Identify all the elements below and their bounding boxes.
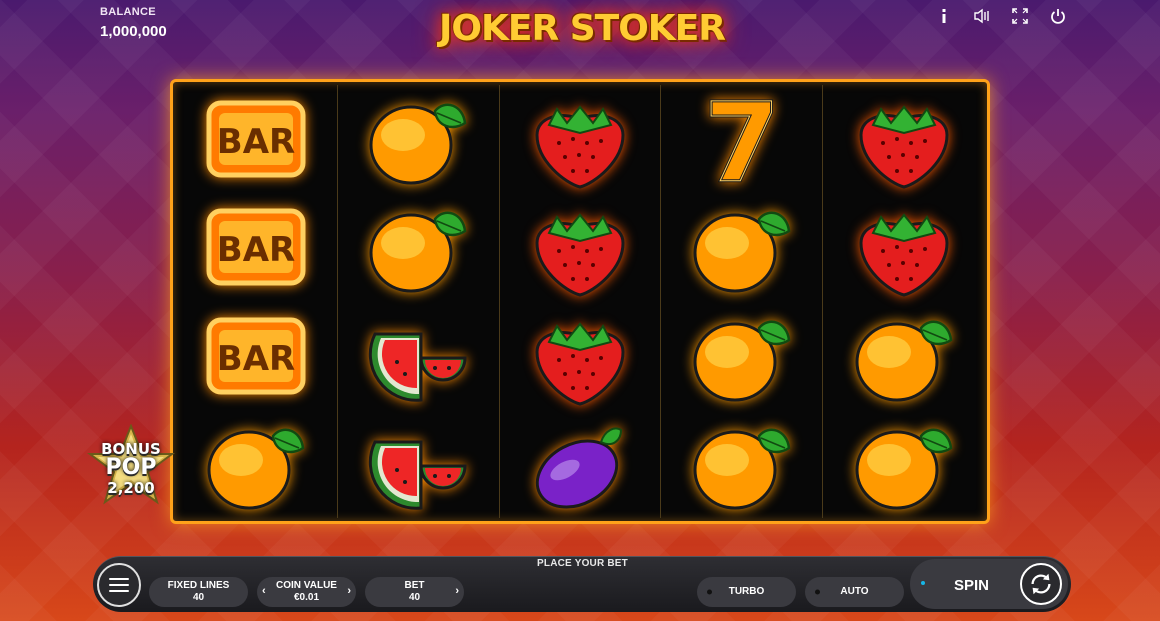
coin-value: €0.01 (293, 592, 320, 603)
bar-symbol: BAR (191, 87, 321, 191)
auto-indicator (815, 589, 820, 595)
info-icon[interactable] (934, 6, 954, 26)
balance-label: BALANCE (100, 6, 156, 18)
svg-text:BAR: BAR (217, 339, 295, 379)
bet-selector: BET 40 › (365, 577, 464, 607)
bonus-amount: 2,200 (107, 479, 155, 497)
reels-frame: BAR BAR BAR 7 7 (170, 78, 990, 524)
spin-label[interactable]: SPIN (954, 577, 989, 594)
reel-1: BAR BAR BAR (176, 85, 338, 518)
strawberry-symbol (839, 195, 969, 299)
coin-value-label: COIN VALUE (276, 579, 337, 591)
reel-5 (823, 85, 984, 518)
strawberry-symbol (839, 87, 969, 191)
svg-text:BAR: BAR (217, 122, 295, 162)
menu-icon-line (109, 578, 129, 580)
strawberry-symbol (515, 195, 645, 299)
orange-symbol (839, 304, 969, 408)
watermelon-symbol (353, 304, 483, 408)
reel-2 (338, 85, 500, 518)
menu-icon-line (109, 590, 129, 592)
seven-symbol: 7 7 (677, 78, 807, 209)
auto-label: AUTO (840, 585, 869, 597)
auto-button[interactable]: AUTO (805, 577, 904, 607)
bet-increase[interactable]: › (455, 585, 459, 599)
fixed-lines-label: FIXED LINES (167, 579, 230, 591)
balance-display: BALANCE 1,000,000 (100, 6, 167, 40)
bet-label: BET (404, 579, 425, 591)
coin-value-selector: ‹ COIN VALUE €0.01 › (257, 577, 356, 607)
top-icon-bar (934, 6, 1068, 26)
turbo-label: TURBO (728, 585, 765, 597)
bar-symbol: BAR (191, 195, 321, 299)
reel-4: 7 7 (661, 78, 824, 518)
strawberry-symbol (515, 87, 645, 191)
plum-symbol (515, 412, 645, 516)
spin-indicator (921, 581, 925, 585)
bar-symbol: BAR (191, 304, 321, 408)
coin-value-decrease[interactable]: ‹ (262, 585, 266, 599)
fixed-lines-value: 40 (192, 592, 205, 603)
watermelon-symbol (353, 412, 483, 516)
place-bet-label: PLACE YOUR BET (537, 558, 628, 569)
svg-text:BAR: BAR (217, 230, 295, 270)
orange-symbol (677, 304, 807, 408)
orange-symbol (677, 412, 807, 516)
orange-symbol (839, 412, 969, 516)
spin-icon (1031, 573, 1051, 595)
bonus-line2: POP (105, 455, 157, 480)
fixed-lines-display: FIXED LINES 40 (149, 577, 248, 607)
strawberry-symbol (515, 304, 645, 408)
turbo-indicator (707, 589, 712, 595)
svg-text:7: 7 (704, 79, 781, 207)
orange-symbol (353, 87, 483, 191)
coin-value-increase[interactable]: › (347, 585, 351, 599)
balance-value: 1,000,000 (100, 23, 167, 40)
bet-value: 40 (408, 592, 421, 603)
reel-3 (500, 85, 662, 518)
game-logo: JOKER STOKER (438, 8, 726, 49)
sound-icon[interactable] (972, 6, 992, 26)
orange-symbol (677, 195, 807, 299)
turbo-button[interactable]: TURBO (697, 577, 796, 607)
spin-button[interactable] (1020, 563, 1062, 605)
orange-symbol (191, 412, 321, 516)
orange-symbol (353, 195, 483, 299)
menu-icon-line (109, 584, 129, 586)
menu-button[interactable] (97, 563, 141, 607)
fullscreen-icon[interactable] (1010, 6, 1030, 26)
bonus-pop-badge: BONUS POP 2,200 (86, 424, 176, 514)
power-icon[interactable] (1048, 6, 1068, 26)
